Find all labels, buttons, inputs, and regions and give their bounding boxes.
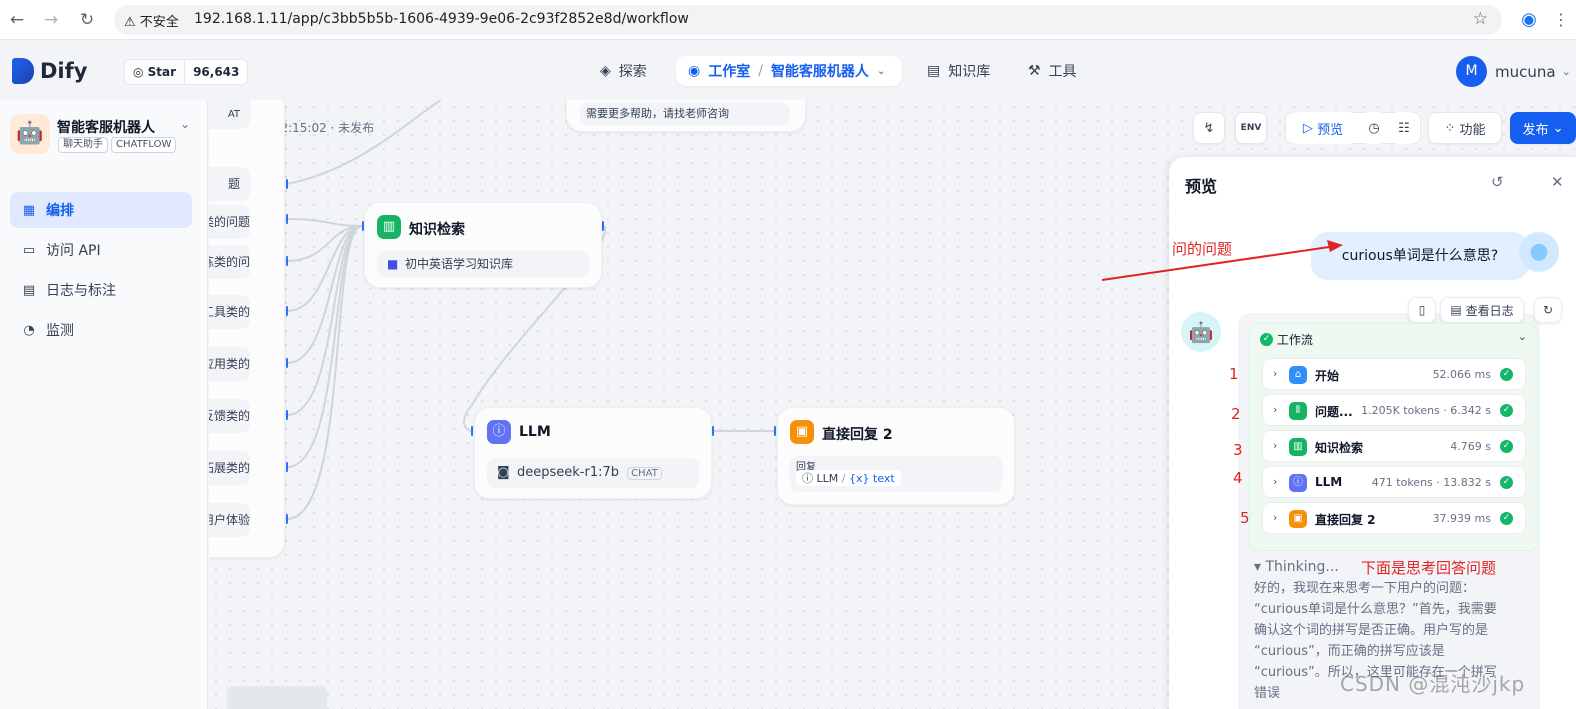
arrow-line xyxy=(1101,245,1337,281)
annotation-number: 5 xyxy=(1240,509,1250,527)
arrow-head xyxy=(1327,240,1343,252)
watermark: CSDN @混沌沙jkp xyxy=(1340,672,1526,696)
annotation-number: 4 xyxy=(1233,469,1243,487)
annotation-number: 2 xyxy=(1231,405,1241,423)
annotation-number: 3 xyxy=(1233,441,1243,459)
annotation-arrow xyxy=(1101,240,1343,281)
annotation-thinking: 下面是思考回答问题 xyxy=(1361,559,1497,577)
annotation-number: 1 xyxy=(1229,365,1239,383)
